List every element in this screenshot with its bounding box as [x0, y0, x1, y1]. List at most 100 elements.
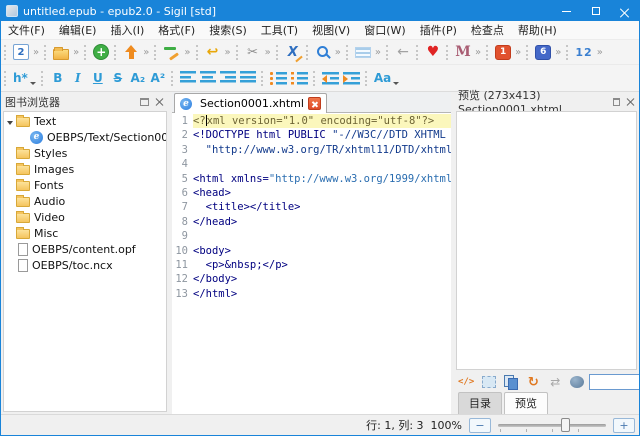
- indent-button[interactable]: [343, 72, 360, 85]
- toolbar-grip[interactable]: [261, 71, 264, 86]
- toolbar-overflow-icon[interactable]: »: [73, 44, 79, 61]
- italic-button[interactable]: I: [70, 70, 86, 87]
- strikethrough-button[interactable]: S: [110, 70, 126, 87]
- sync-icon[interactable]: ⇄: [548, 375, 562, 390]
- tree-item-misc[interactable]: Misc: [4, 225, 166, 241]
- new-epub2-button[interactable]: 2: [13, 44, 29, 60]
- toolbar-grip[interactable]: [114, 45, 117, 60]
- toolbar-grip[interactable]: [566, 45, 569, 60]
- zoom-slider-handle[interactable]: [561, 418, 570, 432]
- tree-item-section0001[interactable]: OEBPS/Text/Section0001.xhtml: [4, 129, 166, 145]
- zoom-in-button[interactable]: +: [613, 418, 635, 433]
- toolbar-grip[interactable]: [196, 45, 199, 60]
- close-panel-icon[interactable]: [155, 98, 163, 106]
- menu-checkpoint[interactable]: 检查点: [464, 20, 511, 40]
- toolbar-grip[interactable]: [386, 45, 389, 60]
- toolbar-overflow-icon[interactable]: »: [475, 44, 481, 61]
- bullet-list-button[interactable]: [270, 72, 287, 85]
- tree-item-text[interactable]: Text: [4, 113, 166, 129]
- undo-button[interactable]: ↩: [205, 44, 221, 61]
- code-line-4[interactable]: 4: [172, 157, 451, 171]
- align-right-button[interactable]: [220, 71, 236, 85]
- toolbar-grip[interactable]: [486, 45, 489, 60]
- numbered-list-button[interactable]: [291, 72, 308, 85]
- checkpoint-12-button[interactable]: 12: [575, 44, 592, 61]
- copy-icon[interactable]: [504, 375, 518, 389]
- toolbar-overflow-icon[interactable]: »: [33, 44, 39, 61]
- select-all-icon[interactable]: [482, 376, 496, 388]
- align-left-button[interactable]: [180, 71, 196, 85]
- toolbar-overflow-icon[interactable]: »: [375, 44, 381, 61]
- special-characters-button[interactable]: [355, 47, 371, 58]
- code-line-5[interactable]: 5<html xmlns="http://www.w3.org/1999/xht…: [172, 172, 451, 186]
- dock-tab-preview[interactable]: 预览: [504, 392, 548, 414]
- toolbar-grip[interactable]: [276, 45, 279, 60]
- code-line-2[interactable]: 2<!DOCTYPE html PUBLIC "-//W3C//DTD XHTM…: [172, 128, 451, 142]
- menu-view[interactable]: 视图(V): [305, 20, 357, 40]
- toolbar-overflow-icon[interactable]: »: [265, 44, 271, 61]
- toolbar-grip[interactable]: [306, 45, 309, 60]
- tree-item-video[interactable]: Video: [4, 209, 166, 225]
- toolbar-grip[interactable]: [526, 45, 529, 60]
- toolbar-overflow-icon[interactable]: »: [225, 44, 231, 61]
- code-line-7[interactable]: 7 <title></title>: [172, 200, 451, 214]
- toolbar-overflow-icon[interactable]: »: [597, 44, 603, 61]
- text-casing-button[interactable]: Aa: [374, 70, 399, 87]
- superscript-button[interactable]: A²: [150, 70, 166, 87]
- toolbar-grip[interactable]: [4, 71, 7, 86]
- code-line-10[interactable]: 10<body>: [172, 244, 451, 258]
- dock-tab-toc[interactable]: 目录: [458, 392, 502, 414]
- outdent-button[interactable]: [322, 72, 339, 85]
- toolbar-grip[interactable]: [346, 45, 349, 60]
- bold-button[interactable]: B: [50, 70, 66, 87]
- cut-button[interactable]: ✂: [245, 44, 261, 61]
- tree-item-content-opf[interactable]: OEBPS/content.opf: [4, 241, 166, 257]
- toolbar-overflow-icon[interactable]: »: [184, 44, 190, 61]
- toolbar-grip[interactable]: [365, 71, 368, 86]
- menu-edit[interactable]: 编辑(E): [52, 20, 104, 40]
- toolbar-overflow-icon[interactable]: »: [335, 44, 341, 61]
- title-bar[interactable]: untitled.epub - epub2.0 - Sigil [std]: [1, 1, 639, 21]
- menu-file[interactable]: 文件(F): [1, 20, 52, 40]
- open-folder-button[interactable]: [53, 49, 69, 60]
- toolbar-grip[interactable]: [44, 45, 47, 60]
- menu-format[interactable]: 格式(F): [151, 20, 202, 40]
- code-line-11[interactable]: 11 <p>&nbsp;</p>: [172, 258, 451, 272]
- tree-item-audio[interactable]: Audio: [4, 193, 166, 209]
- tree-item-images[interactable]: Images: [4, 161, 166, 177]
- code-line-1[interactable]: 1<?xml version="1.0" encoding="utf-8"?>: [172, 114, 451, 128]
- toolbar-overflow-icon[interactable]: »: [143, 44, 149, 61]
- code-editor[interactable]: 1<?xml version="1.0" encoding="utf-8"?>2…: [172, 113, 451, 414]
- toolbar-grip[interactable]: [416, 45, 419, 60]
- minimize-button[interactable]: [552, 1, 581, 21]
- sigil-m-button[interactable]: M: [455, 44, 471, 61]
- back-arrow-button[interactable]: ←: [395, 44, 411, 61]
- spellcheck-button[interactable]: X: [285, 44, 301, 61]
- float-panel-icon[interactable]: [140, 98, 149, 106]
- toolbar-grip[interactable]: [236, 45, 239, 60]
- menu-search[interactable]: 搜索(S): [202, 20, 254, 40]
- toolbar-grip[interactable]: [41, 71, 44, 86]
- align-center-button[interactable]: [200, 71, 216, 85]
- plugin-6-button[interactable]: 6: [535, 45, 551, 60]
- toolbar-grip[interactable]: [446, 45, 449, 60]
- code-line-9[interactable]: 9: [172, 229, 451, 243]
- tab-close-icon[interactable]: [308, 97, 321, 110]
- menu-tools[interactable]: 工具(T): [254, 20, 305, 40]
- tree-item-toc-ncx[interactable]: OEBPS/toc.ncx: [4, 257, 166, 273]
- close-button[interactable]: [610, 1, 639, 21]
- zoom-out-button[interactable]: −: [469, 418, 491, 433]
- toolbar-grip[interactable]: [84, 45, 87, 60]
- toolbar-grip[interactable]: [171, 71, 174, 86]
- menu-window[interactable]: 窗口(W): [357, 20, 412, 40]
- toolbar-grip[interactable]: [313, 71, 316, 86]
- zoom-slider[interactable]: [498, 417, 606, 433]
- code-line-12[interactable]: 12</body>: [172, 272, 451, 286]
- subscript-button[interactable]: A₂: [130, 70, 146, 87]
- inspect-code-icon[interactable]: </>: [458, 375, 474, 390]
- zoom-ball-icon[interactable]: [570, 376, 584, 388]
- add-existing-files-button[interactable]: +: [93, 44, 109, 60]
- code-line-6[interactable]: 6<head>: [172, 186, 451, 200]
- code-line-8[interactable]: 8</head>: [172, 215, 451, 229]
- toolbar-grip[interactable]: [4, 45, 7, 60]
